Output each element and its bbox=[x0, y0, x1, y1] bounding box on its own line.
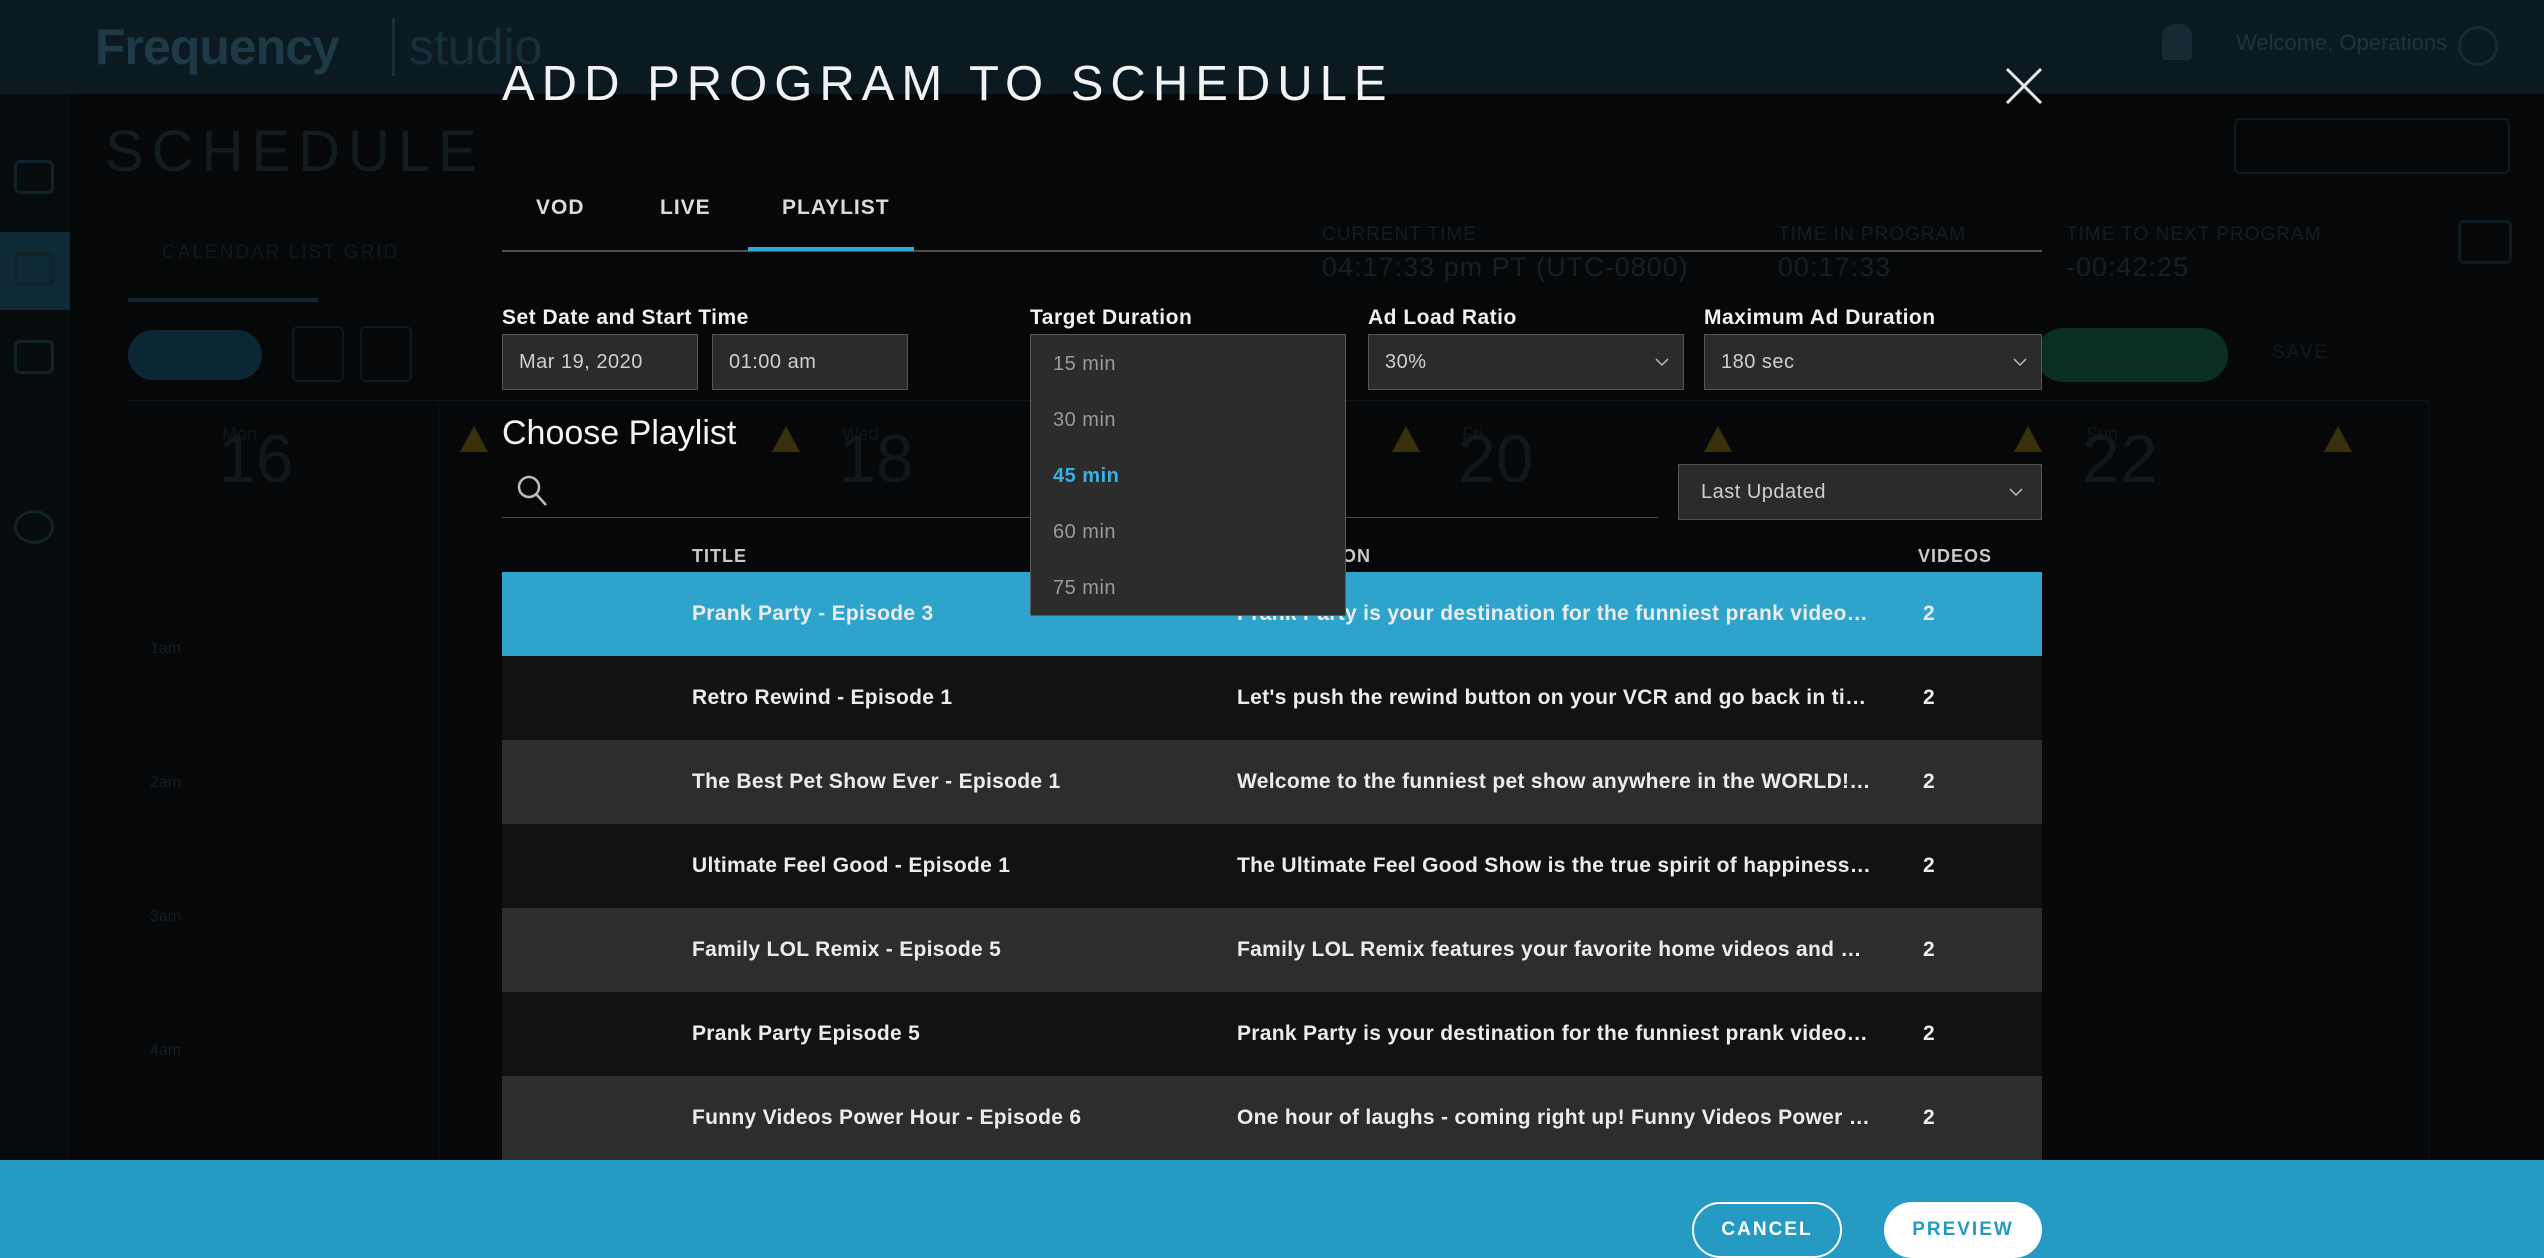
active-tab-indicator bbox=[748, 247, 914, 251]
tools-icon bbox=[14, 340, 54, 374]
start-time-field[interactable]: 01:00 am bbox=[712, 334, 908, 390]
app-logo: Frequency bbox=[95, 19, 340, 75]
hour-label: 2am bbox=[150, 774, 182, 791]
max-ad-duration-value: 180 sec bbox=[1721, 351, 1795, 373]
target-duration-dropdown[interactable]: 15 min 30 min 45 min 60 min 75 min bbox=[1030, 334, 1346, 616]
help-icon bbox=[14, 510, 54, 544]
close-button[interactable] bbox=[2004, 66, 2044, 106]
column-header-title[interactable]: TITLE bbox=[692, 546, 747, 567]
duration-option[interactable]: 30 min bbox=[1053, 409, 1116, 432]
table-row[interactable]: Funny Videos Power Hour - Episode 6 One … bbox=[502, 1076, 2042, 1160]
modal-title: ADD PROGRAM TO SCHEDULE bbox=[502, 57, 1394, 111]
tab-live[interactable]: LIVE bbox=[660, 196, 711, 220]
table-row[interactable]: Ultimate Feel Good - Episode 1 The Ultim… bbox=[502, 824, 2042, 908]
table-row[interactable]: Prank Party Episode 5 Prank Party is you… bbox=[502, 992, 2042, 1076]
date-time-label: Set Date and Start Time bbox=[502, 306, 749, 329]
hour-label: 1am bbox=[150, 640, 182, 657]
row-videos: 2 bbox=[1923, 1106, 1935, 1129]
row-title: Prank Party Episode 5 bbox=[692, 1022, 921, 1045]
save-button: SAVE bbox=[2272, 342, 2330, 363]
max-ad-duration-select[interactable]: 180 sec bbox=[1704, 334, 2042, 390]
tab-playlist[interactable]: PLAYLIST bbox=[782, 196, 890, 220]
row-title: Retro Rewind - Episode 1 bbox=[692, 686, 953, 709]
duration-option[interactable]: 45 min bbox=[1053, 465, 1119, 488]
chevron-down-icon bbox=[2009, 488, 2023, 497]
table-row[interactable]: Family LOL Remix - Episode 5 Family LOL … bbox=[502, 908, 2042, 992]
row-title: Funny Videos Power Hour - Episode 6 bbox=[692, 1106, 1082, 1129]
warning-icon bbox=[1704, 426, 1732, 452]
row-videos: 2 bbox=[1923, 938, 1935, 961]
row-description: Prank Party is your destination for the … bbox=[1237, 1022, 1873, 1045]
table-row[interactable]: The Best Pet Show Ever - Episode 1 Welco… bbox=[502, 740, 2042, 824]
search-icon bbox=[517, 475, 547, 506]
sort-value: Last Updated bbox=[1701, 481, 1826, 503]
ad-load-ratio-value: 30% bbox=[1385, 351, 1427, 373]
bell-icon bbox=[2162, 24, 2192, 60]
next-week-button bbox=[360, 326, 412, 382]
row-description: Family LOL Remix features your favorite … bbox=[1237, 938, 1873, 961]
row-title: The Best Pet Show Ever - Episode 1 bbox=[692, 770, 1061, 793]
row-videos: 2 bbox=[1923, 770, 1935, 793]
day-number: 16 bbox=[218, 421, 294, 497]
time-in-program-value: 00:17:33 bbox=[1778, 252, 1892, 282]
today-button bbox=[128, 330, 262, 380]
row-videos: 2 bbox=[1923, 602, 1935, 625]
row-title: Ultimate Feel Good - Episode 1 bbox=[692, 854, 1011, 877]
hour-label: 3am bbox=[150, 908, 182, 925]
time-to-next-label: TIME TO NEXT PROGRAM bbox=[2066, 224, 2322, 245]
ad-load-ratio-label: Ad Load Ratio bbox=[1368, 306, 1517, 329]
grid-line bbox=[2428, 400, 2429, 1258]
date-field[interactable]: Mar 19, 2020 bbox=[502, 334, 698, 390]
sort-select[interactable]: Last Updated bbox=[1678, 464, 2042, 520]
view-tab-indicator bbox=[128, 298, 318, 302]
current-time-value: 04:17:33 pm PT (UTC-0800) bbox=[1322, 252, 1689, 282]
grid-line bbox=[438, 400, 439, 1258]
header-action-button bbox=[2234, 118, 2510, 174]
warning-icon bbox=[460, 426, 488, 452]
max-ad-duration-label: Maximum Ad Duration bbox=[1704, 306, 1936, 329]
warning-icon bbox=[1392, 426, 1420, 452]
preview-button[interactable]: PREVIEW bbox=[1884, 1202, 2042, 1258]
row-videos: 2 bbox=[1923, 1022, 1935, 1045]
duration-option[interactable]: 60 min bbox=[1053, 521, 1116, 544]
prev-week-button bbox=[292, 326, 344, 382]
warning-icon bbox=[772, 426, 800, 452]
ad-load-ratio-select[interactable]: 30% bbox=[1368, 334, 1684, 390]
duration-option[interactable]: 15 min bbox=[1053, 353, 1116, 376]
table-row[interactable]: Retro Rewind - Episode 1 Let's push the … bbox=[502, 656, 2042, 740]
row-description: Let's push the rewind button on your VCR… bbox=[1237, 686, 1873, 709]
warning-icon bbox=[2014, 426, 2042, 452]
hour-label: 4am bbox=[150, 1042, 182, 1059]
row-videos: 2 bbox=[1923, 854, 1935, 877]
modal-tabs: VOD LIVE PLAYLIST bbox=[502, 184, 2042, 252]
time-to-next-value: -00:42:25 bbox=[2066, 252, 2190, 282]
row-description: One hour of laughs - coming right up! Fu… bbox=[1237, 1106, 1873, 1129]
cast-icon bbox=[2458, 220, 2512, 264]
day-number: 22 bbox=[2082, 421, 2158, 497]
row-description: The Ultimate Feel Good Show is the true … bbox=[1237, 854, 1873, 877]
page-title: SCHEDULE bbox=[105, 119, 485, 184]
row-title: Family LOL Remix - Episode 5 bbox=[692, 938, 1002, 961]
chevron-down-icon bbox=[2013, 358, 2027, 367]
row-description: Welcome to the funniest pet show anywher… bbox=[1237, 770, 1873, 793]
column-header-videos[interactable]: VIDEOS bbox=[1918, 546, 1992, 567]
calendar-icon bbox=[14, 252, 54, 286]
duration-option[interactable]: 75 min bbox=[1053, 577, 1116, 600]
tv-icon bbox=[14, 160, 54, 194]
target-duration-label: Target Duration bbox=[1030, 306, 1193, 329]
cancel-button[interactable]: CANCEL bbox=[1692, 1202, 1842, 1258]
add-program-button bbox=[2036, 328, 2228, 382]
user-icon bbox=[2458, 26, 2498, 66]
warning-icon bbox=[2324, 426, 2352, 452]
row-videos: 2 bbox=[1923, 686, 1935, 709]
choose-playlist-title: Choose Playlist bbox=[502, 414, 737, 452]
modal-footer: CANCEL PREVIEW bbox=[0, 1160, 2544, 1258]
close-icon bbox=[2005, 67, 2043, 105]
playlist-table: Prank Party - Episode 3 Prank Party is y… bbox=[502, 572, 2042, 1160]
view-tabs: CALENDAR LIST GRID bbox=[162, 242, 400, 263]
welcome-text: Welcome, Operations bbox=[2236, 30, 2448, 55]
tab-vod[interactable]: VOD bbox=[536, 196, 585, 220]
chevron-down-icon bbox=[1655, 358, 1669, 367]
